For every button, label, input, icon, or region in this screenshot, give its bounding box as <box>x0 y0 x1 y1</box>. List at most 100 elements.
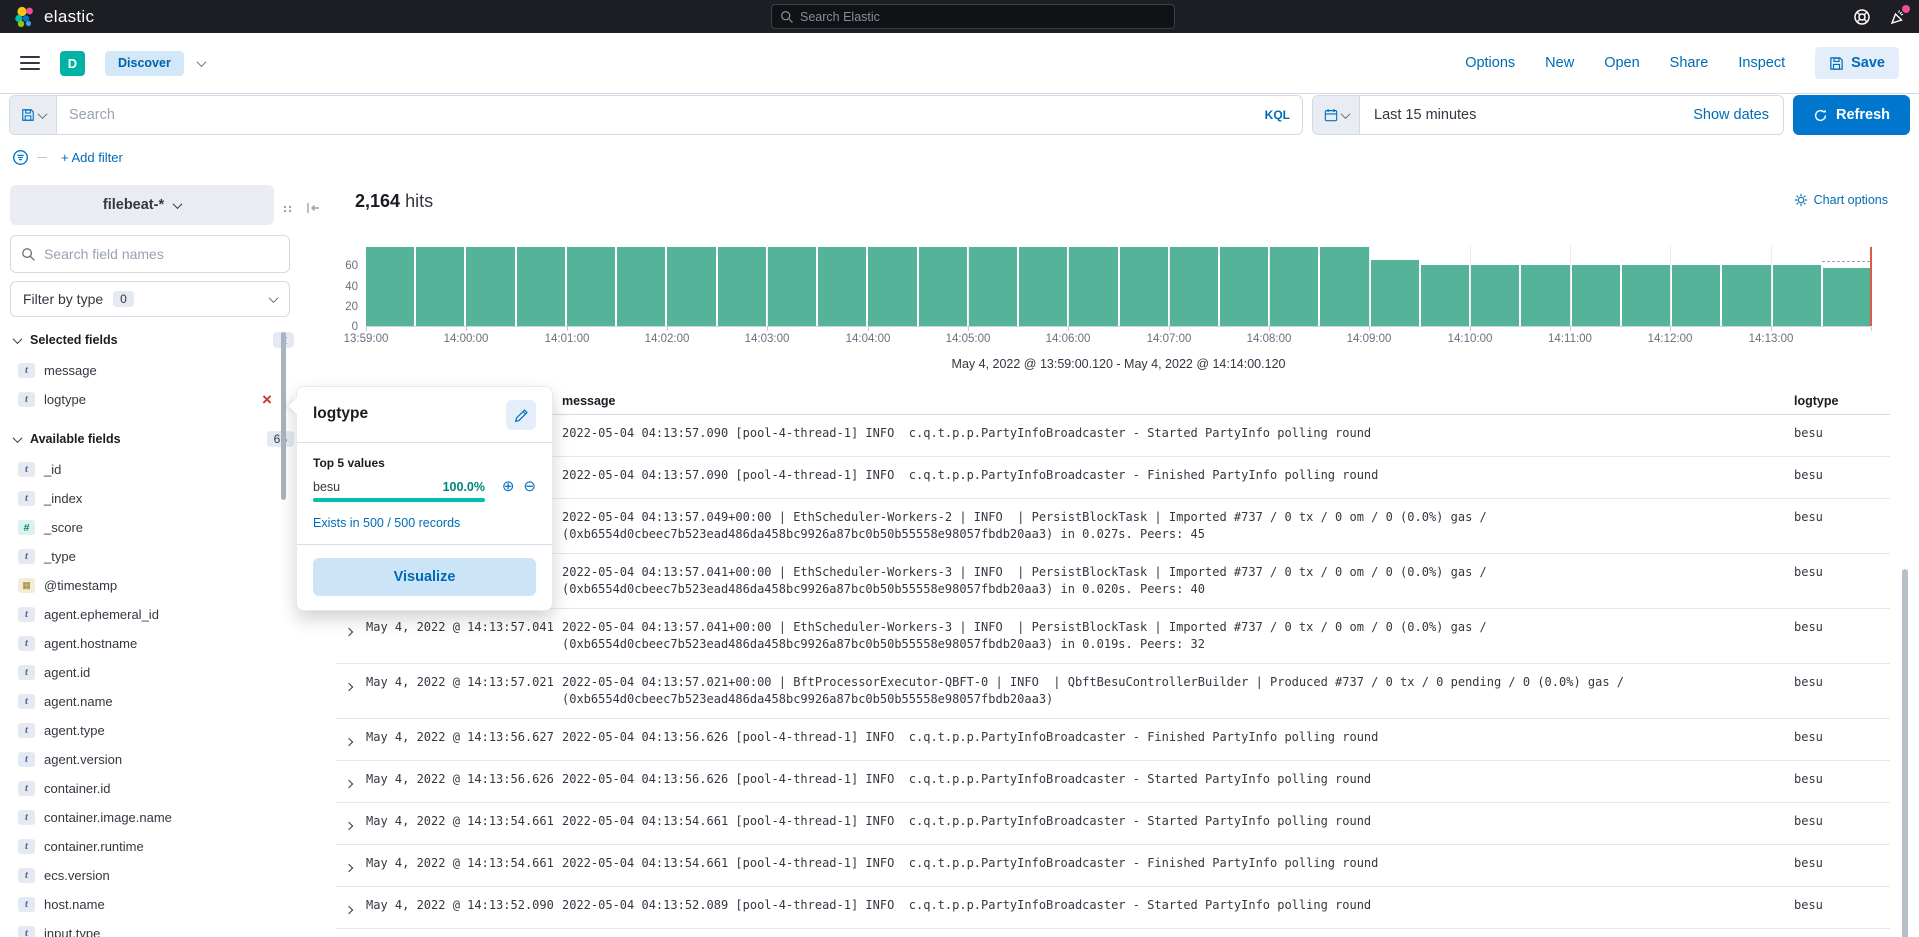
chart-options-label: Chart options <box>1814 193 1888 207</box>
hits-histogram[interactable]: 0204060 <box>366 245 1871 327</box>
field-item[interactable]: tagent.name <box>10 687 310 716</box>
nav-link-new[interactable]: New <box>1545 55 1574 71</box>
expand-row-button[interactable] <box>336 897 366 918</box>
save-button[interactable]: Save <box>1815 47 1899 79</box>
breadcrumb-chevron-icon[interactable] <box>196 57 206 67</box>
expand-row-button[interactable] <box>336 674 366 708</box>
field-search[interactable] <box>10 235 290 273</box>
cell-message: 2022-05-04 04:13:57.021+00:00 | BftProce… <box>562 674 1794 708</box>
cell-logtype: besu <box>1794 467 1890 488</box>
index-pattern-switcher[interactable]: filebeat-* <box>10 185 274 225</box>
global-header: elastic <box>0 0 1919 33</box>
refresh-button[interactable]: Refresh <box>1793 95 1910 135</box>
expand-row-button[interactable] <box>336 855 366 876</box>
query-language-button[interactable]: KQL <box>1253 108 1302 122</box>
histogram-bar <box>567 247 615 326</box>
field-item[interactable]: t_id <box>10 455 310 484</box>
exists-in-records-link[interactable]: Exists in 500 / 500 records <box>313 516 460 530</box>
expand-row-button[interactable] <box>336 619 366 653</box>
collapse-sidebar-icon[interactable] <box>306 201 320 219</box>
chevron-down-icon <box>173 199 183 209</box>
expand-row-button[interactable] <box>336 729 366 750</box>
edit-field-button[interactable] <box>506 400 536 430</box>
histogram-bar <box>718 247 766 326</box>
histogram-bar <box>1722 265 1770 326</box>
nav-link-options[interactable]: Options <box>1465 55 1515 71</box>
filter-for-value-icon[interactable]: ⊕ <box>502 479 515 494</box>
field-item[interactable]: tagent.ephemeral_id <box>10 600 310 629</box>
popover-field-name: logtype <box>313 400 368 423</box>
field-item[interactable]: tagent.type <box>10 716 310 745</box>
saved-query-menu-button[interactable] <box>10 96 57 134</box>
chevron-right-icon <box>345 780 353 788</box>
expand-row-button[interactable] <box>336 771 366 792</box>
chevron-down-icon <box>37 109 47 119</box>
help-icon[interactable] <box>1853 8 1871 26</box>
field-item[interactable]: tecs.version <box>10 861 310 890</box>
table-scrollbar[interactable] <box>1902 569 1908 937</box>
cell-logtype: besu <box>1794 771 1890 792</box>
nav-link-inspect[interactable]: Inspect <box>1738 55 1785 71</box>
x-axis-label: 14:07:00 <box>1147 333 1192 345</box>
breadcrumb[interactable]: Discover <box>105 51 184 76</box>
menu-icon[interactable] <box>20 56 40 70</box>
filter-out-value-icon[interactable]: ⊖ <box>523 479 536 494</box>
field-item[interactable]: tmessage <box>10 356 310 385</box>
column-header-logtype[interactable]: logtype <box>1794 394 1890 408</box>
field-item[interactable]: ▦@timestamp <box>10 571 310 600</box>
table-row: May 4, 2022 @ 14:13:54.6612022-05-04 04:… <box>336 803 1890 845</box>
query-input[interactable] <box>57 107 1253 123</box>
field-search-input[interactable] <box>44 246 279 262</box>
visualize-button[interactable]: Visualize <box>313 558 536 596</box>
chevron-down-icon <box>13 334 23 344</box>
space-badge[interactable]: D <box>60 51 85 76</box>
field-item[interactable]: tagent.hostname <box>10 629 310 658</box>
field-item[interactable]: t_type <box>10 542 310 571</box>
newsfeed-icon[interactable] <box>1889 8 1907 26</box>
search-icon <box>21 247 36 262</box>
add-filter-button[interactable]: + Add filter <box>61 150 123 165</box>
x-axis-tick <box>868 327 869 331</box>
field-item[interactable]: t_index <box>10 484 310 513</box>
field-item[interactable]: thost.name <box>10 890 310 919</box>
column-header-message[interactable]: message <box>562 394 1794 408</box>
global-search-input[interactable] <box>800 10 1166 24</box>
x-axis-label: 14:08:00 <box>1247 333 1292 345</box>
field-type-icon: t <box>18 781 35 796</box>
field-item[interactable]: tcontainer.image.name <box>10 803 310 832</box>
quick-ranges-button[interactable] <box>1313 96 1360 134</box>
x-axis-tick <box>1068 327 1069 331</box>
field-item[interactable]: #_score <box>10 513 310 542</box>
histogram-bar <box>1823 268 1871 326</box>
saved-filters-icon[interactable] <box>12 149 29 166</box>
field-type-icon: t <box>18 926 35 937</box>
elastic-logo[interactable]: elastic <box>14 6 94 28</box>
field-item[interactable]: tagent.version <box>10 745 310 774</box>
nav-link-share[interactable]: Share <box>1670 55 1709 71</box>
field-name: host.name <box>44 897 105 912</box>
chart-options-button[interactable]: Chart options <box>1794 193 1888 207</box>
top-value-percent: 100.0% <box>443 480 485 494</box>
field-name: agent.id <box>44 665 90 680</box>
available-fields-header[interactable]: Available fields 65 <box>10 428 310 450</box>
expand-row-button[interactable] <box>336 813 366 834</box>
cell-logtype: besu <box>1794 897 1890 918</box>
field-item[interactable]: tagent.id <box>10 658 310 687</box>
field-item[interactable]: tcontainer.id <box>10 774 310 803</box>
drag-handle-icon[interactable] <box>282 201 296 219</box>
show-dates-link[interactable]: Show dates <box>1679 107 1783 123</box>
filter-by-type[interactable]: Filter by type 0 <box>10 281 290 317</box>
histogram-bar <box>1270 247 1318 326</box>
field-item[interactable]: tcontainer.runtime <box>10 832 310 861</box>
selected-fields-header[interactable]: Selected fields 2 <box>10 329 310 351</box>
remove-field-icon[interactable]: × <box>262 391 272 408</box>
field-name: agent.type <box>44 723 105 738</box>
discover-app: elastic D Discover Options New Open Shar… <box>0 0 1919 937</box>
refresh-icon <box>1813 108 1828 123</box>
histogram-bar <box>1521 265 1569 326</box>
sidebar-scrollbar[interactable] <box>281 332 286 500</box>
nav-link-open[interactable]: Open <box>1604 55 1639 71</box>
global-search[interactable] <box>771 4 1175 29</box>
time-range-value[interactable]: Last 15 minutes <box>1360 107 1490 123</box>
field-item[interactable]: tinput.type <box>10 919 310 937</box>
